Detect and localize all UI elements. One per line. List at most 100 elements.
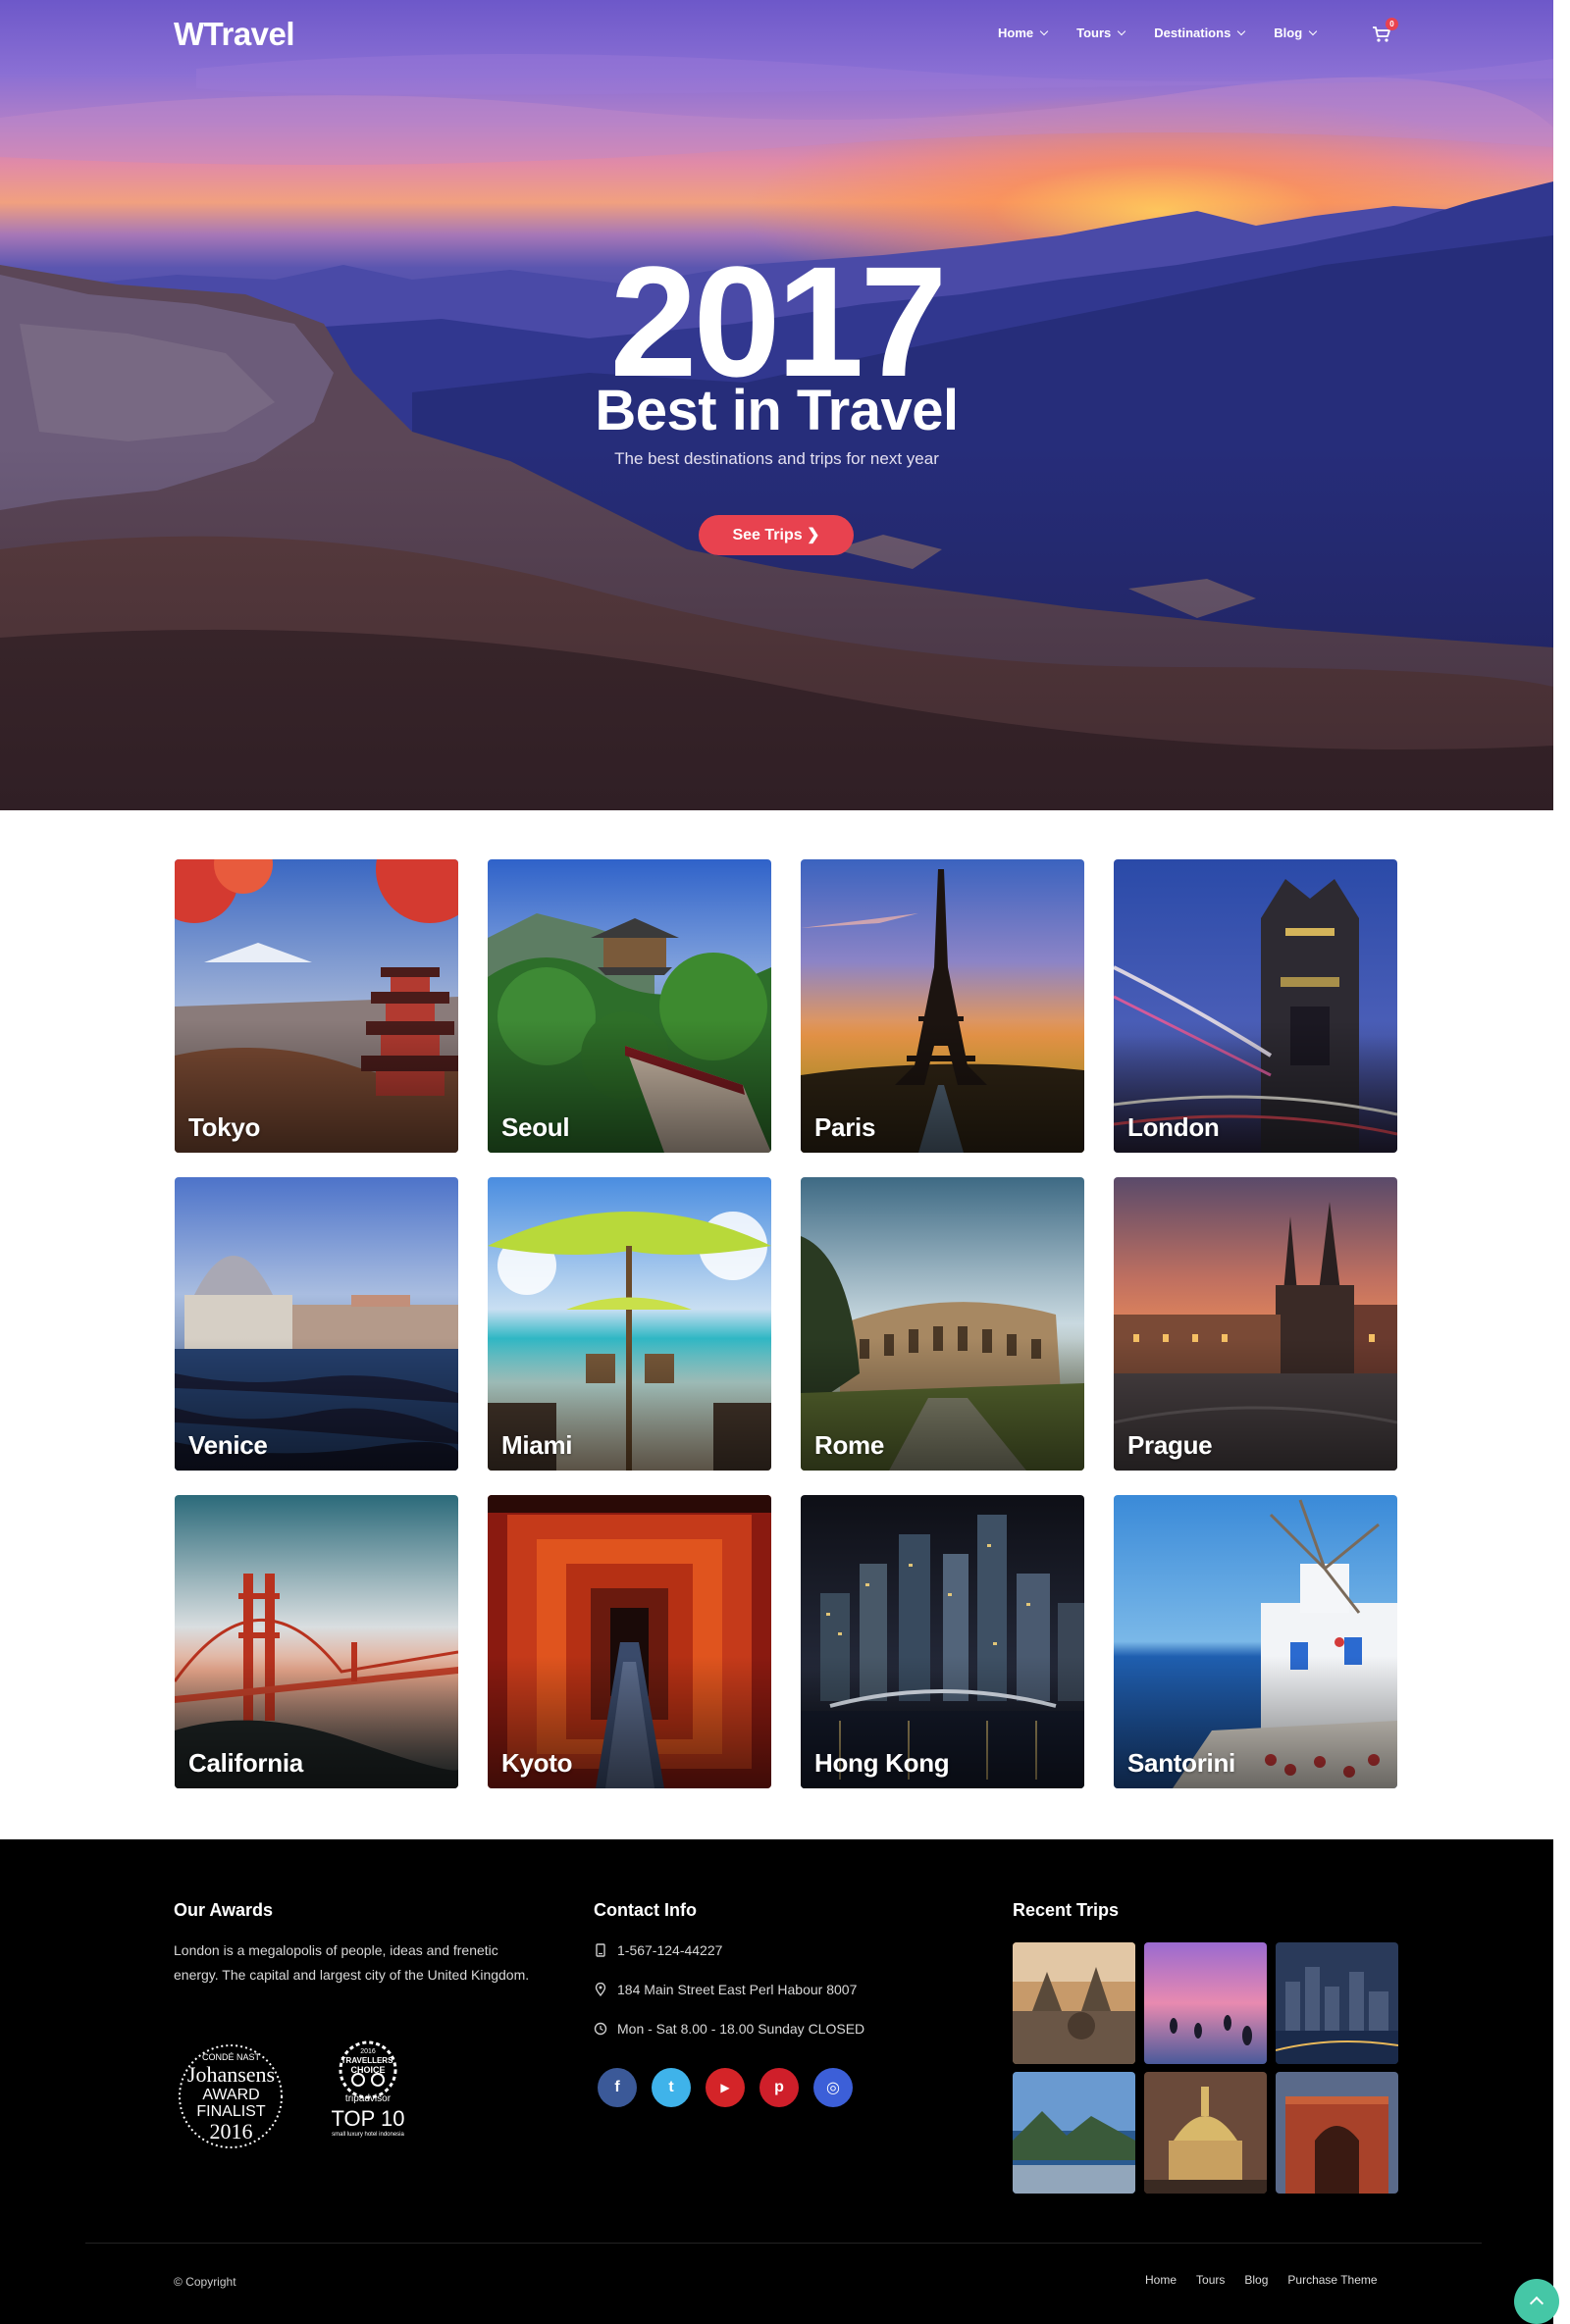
conde-nast-award-badge: CONDÉ NAST Johansens AWARD FINALIST 2016 [175,2042,288,2150]
destination-label: Hong Kong [814,1748,950,1778]
footer-links: Home Tours Blog Purchase Theme [1145,2273,1397,2287]
destination-card-california[interactable]: California [175,1495,458,1788]
contact-phone-text: 1-567-124-44227 [617,1942,723,1958]
destination-label: Prague [1127,1430,1213,1460]
destination-card-paris[interactable]: Paris [801,859,1084,1153]
footer-link-home[interactable]: Home [1145,2273,1177,2287]
recent-trip-thumb[interactable] [1144,1942,1267,2064]
chevron-right-icon: ❯ [807,527,820,543]
nav-label: Home [998,26,1034,40]
hero-title: Best in Travel [595,379,959,442]
badge2-line2: TRAVELLERS' [340,2056,395,2065]
destination-label: Tokyo [188,1112,261,1142]
chevron-down-icon [1237,26,1246,36]
location-pin-icon [595,1983,606,1996]
destination-label: London [1127,1112,1220,1142]
footer-link-blog[interactable]: Blog [1244,2273,1268,2287]
destination-card-kyoto[interactable]: Kyoto [488,1495,771,1788]
facebook-icon[interactable]: f [598,2068,637,2107]
nav-item-destinations[interactable]: Destinations [1154,26,1246,40]
footer-link-tours[interactable]: Tours [1196,2273,1225,2287]
badge2-line4: tripadvisor [344,2093,392,2104]
awards-text: London is a megalopolis of people, ideas… [174,1942,530,1983]
destination-label: Rome [814,1430,885,1460]
badge2-line3: CHOICE [350,2065,386,2075]
temple-thumb-image [1013,1942,1135,2064]
cathedral-thumb-image [1144,2072,1267,2194]
scroll-to-top-button[interactable] [1514,2279,1559,2324]
contact-hours-text: Mon - Sat 8.00 - 18.00 Sunday CLOSED [617,2021,865,2037]
destination-label: Seoul [501,1112,570,1142]
social-links: f t ▶ p ◎ [598,2068,867,2107]
destination-label: Miami [501,1430,573,1460]
nav-item-home[interactable]: Home [998,26,1049,40]
see-trips-label: See Trips [732,527,803,543]
contact-hours: Mon - Sat 8.00 - 18.00 Sunday CLOSED [594,2021,864,2037]
destination-card-rome[interactable]: Rome [801,1177,1084,1471]
destination-card-santorini[interactable]: Santorini [1114,1495,1397,1788]
pinterest-glyph: p [774,2079,784,2095]
nav-label: Tours [1076,26,1112,40]
recent-trip-thumb[interactable] [1013,2072,1135,2194]
destination-label: Kyoto [501,1748,573,1778]
recent-trip-thumb[interactable] [1144,2072,1267,2194]
tripadvisor-award-badge: 2016 TRAVELLERS' CHOICE tripadvisor TOP … [319,2040,417,2153]
chevron-down-icon [1308,26,1318,36]
destination-label: Santorini [1127,1748,1235,1778]
contact-phone: 1-567-124-44227 [594,1942,722,1958]
destination-card-tokyo[interactable]: Tokyo [175,859,458,1153]
youtube-icon[interactable]: ▶ [706,2068,745,2107]
badge1-line2: Johansens [186,2062,276,2087]
destination-card-venice[interactable]: Venice [175,1177,458,1471]
facebook-glyph: f [614,2079,620,2095]
badge1-line5: 2016 [209,2119,253,2143]
city-night-thumb-image [1276,1942,1398,2064]
badge1-line3: AWARD [202,2087,260,2103]
footer-link-purchase-theme[interactable]: Purchase Theme [1287,2273,1377,2287]
main-nav: Home Tours Destinations Blog [998,26,1345,40]
recent-trip-thumb[interactable] [1276,2072,1398,2194]
youtube-glyph: ▶ [720,2081,730,2094]
destination-card-seoul[interactable]: Seoul [488,859,771,1153]
contact-address-text: 184 Main Street East Perl Habour 8007 [617,1982,858,1997]
nav-label: Blog [1274,26,1303,40]
badge2-line1: 2016 [360,2048,376,2055]
coastal-city-thumb-image [1013,2072,1135,2194]
destination-card-hong-kong[interactable]: Hong Kong [801,1495,1084,1788]
destination-card-london[interactable]: London [1114,859,1397,1153]
recent-trips-grid [1013,1942,1398,2194]
chevron-down-icon [1039,26,1049,36]
destination-card-prague[interactable]: Prague [1114,1177,1397,1471]
clock-icon [594,2022,607,2036]
contact-title: Contact Info [594,1900,697,1920]
palace-thumb-image [1276,2072,1398,2194]
phone-icon [596,1943,605,1957]
awards-title: Our Awards [174,1900,274,1920]
destination-label: Venice [188,1430,268,1460]
twitter-glyph: t [668,2079,674,2095]
footer-divider [85,2243,1482,2244]
pinterest-icon[interactable]: p [759,2068,799,2107]
chevron-down-icon [1118,26,1126,36]
destination-label: California [188,1748,303,1778]
badge2-line5: TOP 10 [331,2106,405,2131]
hero-year: 2017 [609,233,948,409]
recent-trip-thumb[interactable] [1276,1942,1398,2064]
cart-count-badge: 0 [1386,18,1398,30]
site-logo[interactable]: WTravel [174,16,295,53]
contact-address: 184 Main Street East Perl Habour 8007 [594,1982,857,1997]
beach-sunset-thumb-image [1144,1942,1267,2064]
instagram-icon[interactable]: ◎ [813,2068,853,2107]
nav-label: Destinations [1154,26,1231,40]
nav-item-blog[interactable]: Blog [1274,26,1318,40]
recent-trips-title: Recent Trips [1013,1900,1120,1920]
copyright: © Copyright [174,2275,236,2289]
twitter-icon[interactable]: t [652,2068,691,2107]
destinations-grid: Tokyo Seoul Paris London Venice Miami Ro… [175,859,1397,1788]
recent-trip-thumb[interactable] [1013,1942,1135,2064]
nav-item-tours[interactable]: Tours [1076,26,1126,40]
see-trips-button[interactable]: See Trips ❯ [699,515,854,555]
destination-card-miami[interactable]: Miami [488,1177,771,1471]
hero-subtitle: The best destinations and trips for next… [614,449,939,468]
hero-banner: WTravel Home Tours Destinations Blog 0 2… [0,0,1553,810]
